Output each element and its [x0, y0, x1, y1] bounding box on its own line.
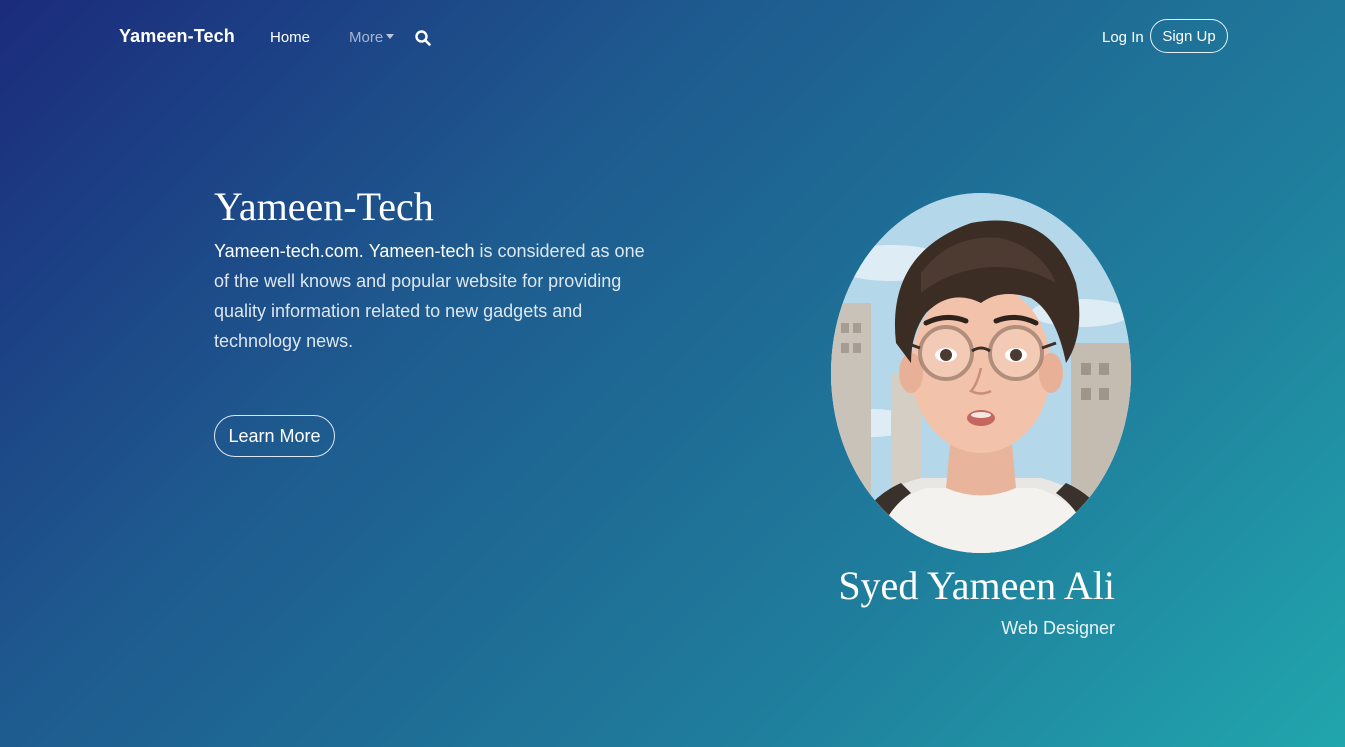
- avatar: [831, 193, 1131, 553]
- search-icon[interactable]: [414, 29, 432, 47]
- nav-more-label: More: [349, 29, 384, 46]
- hero-description: Yameen-tech.com. Yameen-tech is consider…: [214, 236, 654, 356]
- caret-down-icon: [386, 34, 395, 39]
- nav-more-dropdown[interactable]: More: [349, 29, 395, 46]
- hero-title: Yameen-Tech: [214, 184, 434, 229]
- learn-more-button[interactable]: Learn More: [214, 415, 335, 457]
- nav-home-link[interactable]: Home: [270, 29, 310, 46]
- hero-description-site: Yameen-tech.com.: [214, 241, 364, 261]
- login-link[interactable]: Log In: [1102, 29, 1144, 46]
- navbar: Yameen-Tech Home More Log In Sign Up: [0, 0, 1345, 75]
- signup-button[interactable]: Sign Up: [1150, 19, 1228, 53]
- brand-logo[interactable]: Yameen-Tech: [119, 26, 235, 47]
- profile-role: Web Designer: [1001, 618, 1115, 638]
- hero-description-brand: Yameen-tech: [368, 241, 475, 261]
- profile-name: Syed Yameen Ali: [838, 563, 1115, 608]
